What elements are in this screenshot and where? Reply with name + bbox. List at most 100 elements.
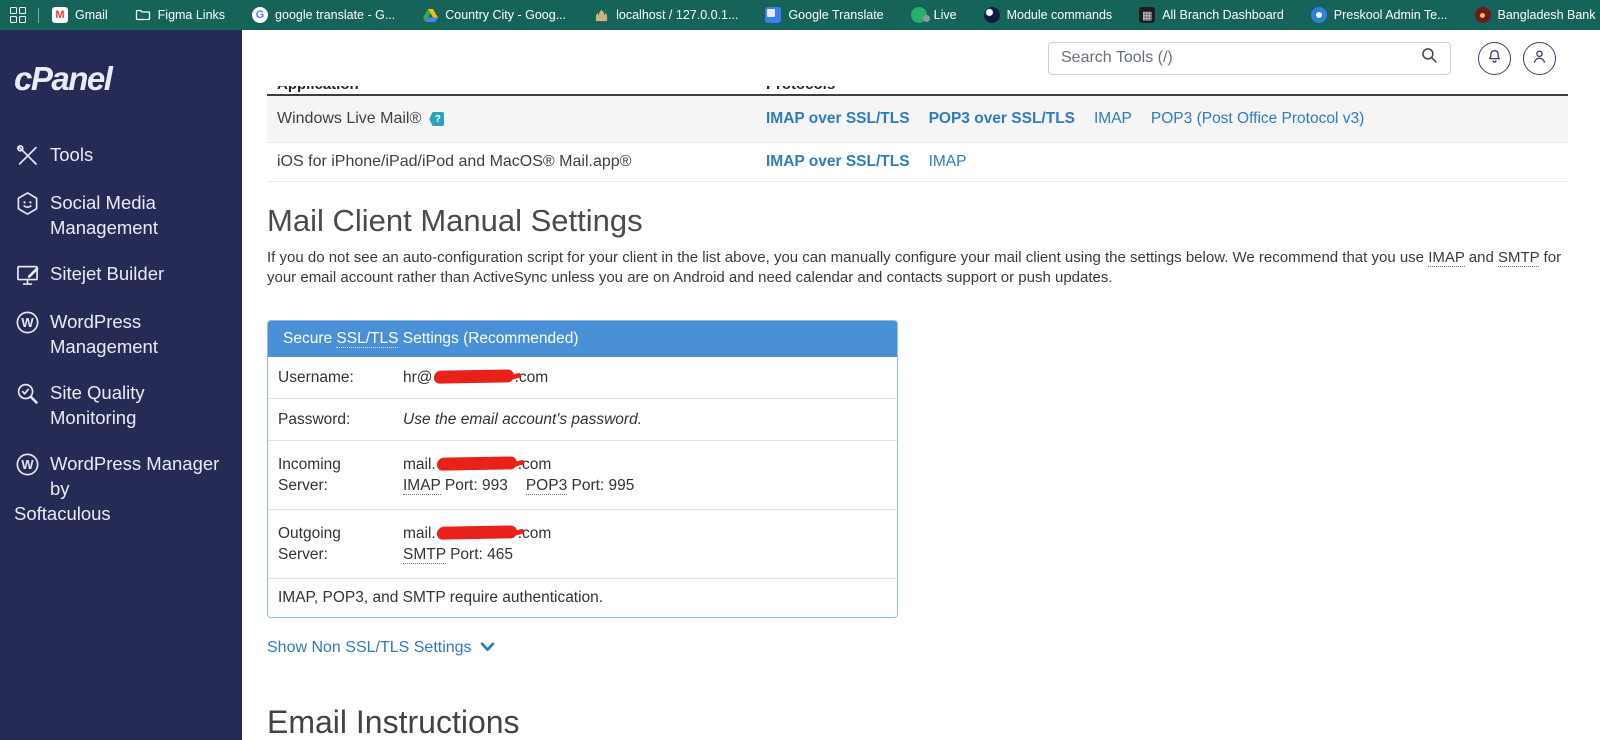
incoming-server-label: Incoming Server:	[268, 454, 403, 496]
sidebar-item-label: WordPress Manager by Softaculous	[50, 451, 234, 526]
svg-text:W: W	[21, 315, 34, 330]
sidebar-nav: Tools Social Media Management Sitejet Bu…	[0, 142, 242, 526]
bookmark-label: Bangladesh Bank	[1498, 8, 1596, 22]
protocol-link[interactable]: POP3 over SSL/TLS	[929, 110, 1075, 128]
globe-icon	[984, 7, 1000, 23]
sidebar-item-social-media-management[interactable]: Social Media Management	[0, 190, 242, 240]
drive-icon	[422, 7, 438, 23]
incoming-server-value: mail..com IMAP Port: 993POP3 Port: 995	[403, 454, 634, 496]
outgoing-server-value: mail..com SMTP Port: 465	[403, 523, 551, 565]
column-application: Application	[277, 86, 359, 93]
chevron-down-icon	[480, 639, 495, 657]
sidebar-item-site-quality-monitoring[interactable]: Site Quality Monitoring	[0, 380, 242, 430]
bookmark-country-city[interactable]: Country City - Goog...	[422, 7, 566, 23]
username-row: Username: hr@.com	[268, 357, 897, 398]
apps-grid-icon[interactable]	[10, 7, 26, 24]
panel-footer-note: IMAP, POP3, and SMTP require authenticat…	[268, 578, 897, 617]
user-icon	[1530, 47, 1549, 69]
imap-abbr: IMAP	[1428, 249, 1464, 267]
tools-icon	[14, 142, 41, 169]
sidebar-item-sitejet-builder[interactable]: Sitejet Builder	[0, 261, 242, 288]
bookmark-live[interactable]: Live	[911, 7, 957, 23]
password-row: Password: Use the email account's passwo…	[268, 398, 897, 440]
redaction-mark	[432, 369, 514, 383]
main-content: Application Protocols Windows Live Mail®…	[242, 86, 1600, 740]
table-row: iOS for iPhone/iPad/iPod and MacOS® Mail…	[267, 143, 1568, 182]
gmail-icon	[52, 7, 68, 23]
column-protocols: Protocols	[766, 86, 835, 93]
sidebar-item-label: Tools	[50, 142, 93, 167]
bookmark-label: google translate - G...	[275, 8, 395, 22]
password-label: Password:	[268, 409, 403, 430]
search-icon[interactable]	[1419, 45, 1440, 71]
sidebar-item-wordpress-manager-softaculous[interactable]: W WordPress Manager by Softaculous	[0, 451, 242, 526]
wordpress-icon: W	[14, 451, 41, 478]
application-name: iOS for iPhone/iPad/iPod and MacOS® Mail…	[277, 153, 631, 171]
topbar	[242, 30, 1600, 86]
protocol-link[interactable]: IMAP over SSL/TLS	[766, 153, 910, 171]
imap-abbr: IMAP	[403, 477, 441, 495]
username-label: Username:	[268, 367, 403, 388]
help-icon[interactable]	[429, 112, 444, 126]
wordpress-icon: W	[14, 309, 41, 336]
page-title: Mail Client Manual Settings	[267, 203, 1568, 239]
sidebar: cPanel Tools Social Media Management Sit…	[0, 30, 242, 740]
panel-header: Secure SSL/TLS Settings (Recommended)	[268, 321, 897, 357]
mail-client-table-header: Application Protocols	[267, 86, 1568, 96]
bookmark-label: Country City - Goog...	[445, 8, 566, 22]
redaction-mark	[436, 525, 518, 539]
bookmark-gmail[interactable]: Gmail	[52, 7, 108, 23]
divider	[38, 8, 39, 23]
bookmark-preskool-admin[interactable]: Preskool Admin Te...	[1311, 7, 1448, 23]
application-name: Windows Live Mail®	[277, 110, 421, 128]
outgoing-server-label: Outgoing Server:	[268, 523, 403, 565]
bookmark-localhost[interactable]: localhost / 127.0.0.1...	[593, 7, 738, 23]
bookmark-label: Figma Links	[158, 8, 225, 22]
localhost-icon	[593, 7, 609, 23]
search-box	[1048, 42, 1451, 75]
protocol-link[interactable]: IMAP	[929, 153, 967, 171]
sidebar-item-label: WordPress Management	[50, 309, 234, 359]
bookmark-label: All Branch Dashboard	[1162, 8, 1284, 22]
smtp-abbr: SMTP	[1498, 249, 1539, 267]
bookmark-label: Preskool Admin Te...	[1334, 8, 1448, 22]
smtp-abbr: SMTP	[403, 546, 446, 564]
bookmark-figma-links[interactable]: Figma Links	[135, 7, 225, 23]
protocol-link[interactable]: IMAP over SSL/TLS	[766, 110, 910, 128]
folder-icon	[135, 7, 151, 23]
bookmarks-bar: Gmail Figma Links google translate - G..…	[0, 0, 1600, 30]
cpanel-logo[interactable]: cPanel	[14, 60, 242, 98]
bookmark-google-translate-page[interactable]: google translate - G...	[252, 7, 395, 23]
bookmark-label: Google Translate	[788, 8, 883, 22]
protocol-link[interactable]: POP3 (Post Office Protocol v3)	[1151, 110, 1364, 128]
secure-ssl-settings-panel: Secure SSL/TLS Settings (Recommended) Us…	[267, 320, 898, 618]
username-value: hr@.com	[403, 367, 548, 388]
sidebar-item-label: Social Media Management	[50, 190, 234, 240]
password-value: Use the email account's password.	[403, 409, 642, 430]
bookmark-label: Gmail	[75, 8, 108, 22]
sidebar-item-label: Site Quality Monitoring	[50, 380, 234, 430]
bookmark-label: Live	[934, 8, 957, 22]
notifications-button[interactable]	[1478, 42, 1511, 75]
incoming-server-row: Incoming Server: mail..com IMAP Port: 99…	[268, 440, 897, 509]
translate-icon	[765, 7, 781, 23]
ssl-tls-abbr: SSL/TLS	[336, 330, 398, 348]
bookmark-google-translate[interactable]: Google Translate	[765, 7, 883, 23]
sitejet-icon	[14, 261, 41, 288]
bookmark-all-branch-dashboard[interactable]: All Branch Dashboard	[1139, 7, 1284, 23]
show-non-ssl-settings-link[interactable]: Show Non SSL/TLS Settings	[267, 639, 495, 657]
email-instructions-title: Email Instructions	[267, 704, 1568, 740]
bookmark-module-commands[interactable]: Module commands	[984, 7, 1113, 23]
search-input[interactable]	[1061, 49, 1419, 67]
sidebar-item-tools[interactable]: Tools	[0, 142, 242, 169]
redaction-mark	[436, 456, 518, 470]
user-menu-button[interactable]	[1523, 42, 1556, 75]
dashboard-icon	[1139, 7, 1155, 23]
bookmark-bangladesh-bank[interactable]: Bangladesh Bank	[1475, 7, 1596, 23]
sidebar-item-label: Sitejet Builder	[50, 261, 164, 286]
bank-icon	[1475, 7, 1491, 23]
protocol-link[interactable]: IMAP	[1094, 110, 1132, 128]
svg-text:W: W	[21, 457, 34, 472]
sidebar-item-wordpress-management[interactable]: W WordPress Management	[0, 309, 242, 359]
live-icon	[911, 7, 927, 23]
